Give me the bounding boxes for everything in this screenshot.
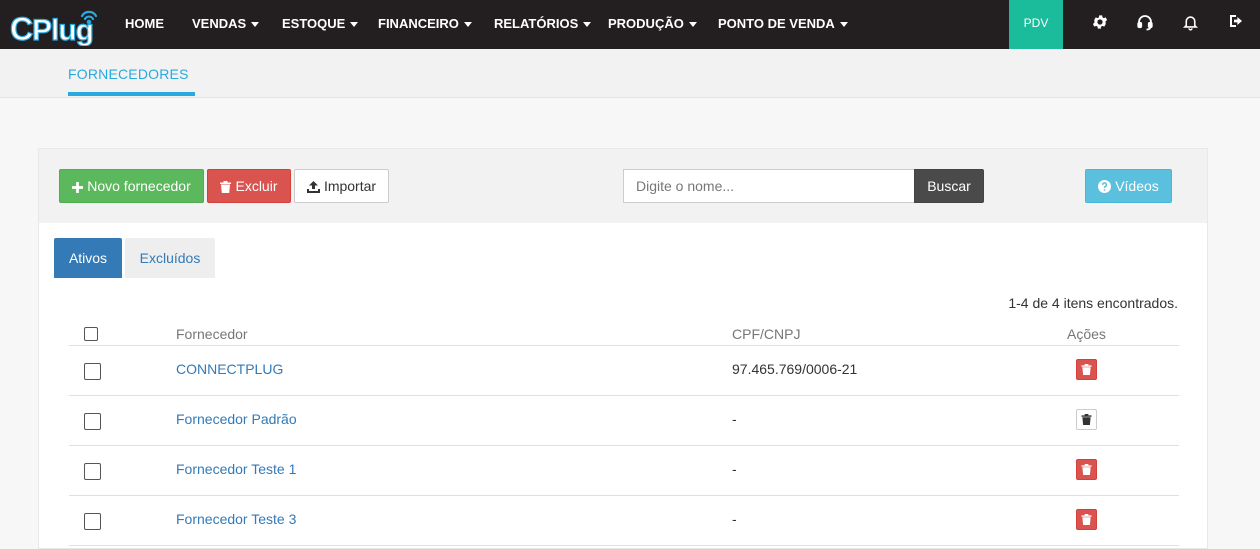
delete-label: Excluir	[235, 178, 278, 194]
row-delete-button[interactable]	[1076, 459, 1097, 480]
nav-producao-label: PRODUÇÃO	[608, 16, 684, 31]
table-header: Fornecedor CPF/CNPJ Ações	[69, 321, 1179, 346]
caret-down-icon	[463, 22, 472, 28]
supplier-name-link[interactable]: Fornecedor Padrão	[176, 411, 297, 427]
sub-header: FORNECEDORES	[0, 49, 1260, 98]
trash-icon	[220, 181, 232, 193]
supplier-cpf-cnpj: 97.465.769/0006-21	[732, 361, 858, 377]
logo-text-plug: Plug	[32, 14, 93, 46]
row-checkbox[interactable]	[84, 363, 101, 380]
column-header-fornecedor: Fornecedor	[176, 326, 248, 342]
suppliers-panel: Novo fornecedor Excluir Importar Buscar …	[38, 148, 1208, 549]
videos-button[interactable]: Vídeos	[1085, 169, 1172, 203]
row-checkbox[interactable]	[84, 513, 101, 530]
tab-fornecedores[interactable]: FORNECEDORES	[68, 66, 189, 82]
bell-icon[interactable]	[1182, 13, 1202, 33]
pdv-label: PDV	[1023, 16, 1049, 30]
nav-relatorios-label: RELATÓRIOS	[494, 16, 579, 31]
table-row: Fornecedor Teste 1 -	[69, 446, 1179, 496]
top-navbar: C Plug HOME VENDAS ESTOQUE FINANCEIRO RE…	[0, 0, 1260, 49]
caret-down-icon	[839, 22, 848, 28]
row-checkbox[interactable]	[84, 463, 101, 480]
nav-vendas[interactable]: VENDAS	[192, 0, 260, 49]
nav-home-label: HOME	[125, 16, 164, 31]
search-input[interactable]	[623, 169, 915, 203]
row-delete-button[interactable]	[1076, 509, 1097, 530]
import-label: Importar	[323, 178, 377, 194]
caret-down-icon	[688, 22, 697, 28]
videos-label: Vídeos	[1115, 178, 1159, 194]
column-header-acoes: Ações	[1067, 326, 1106, 342]
logout-icon[interactable]	[1228, 13, 1248, 33]
tab-ativos-label: Ativos	[68, 250, 108, 266]
tab-active-indicator	[68, 92, 195, 96]
search-button-label: Buscar	[927, 178, 971, 194]
caret-down-icon	[583, 22, 592, 28]
row-delete-button[interactable]	[1076, 409, 1097, 430]
nav-ponto-de-venda-label: PONTO DE VENDA	[718, 16, 835, 31]
nav-relatorios[interactable]: RELATÓRIOS	[494, 0, 592, 49]
supplier-name-link[interactable]: Fornecedor Teste 3	[176, 511, 296, 527]
select-all-checkbox[interactable]	[84, 327, 98, 341]
trash-icon	[1081, 464, 1092, 475]
nav-home[interactable]: HOME	[125, 0, 164, 49]
nav-producao[interactable]: PRODUÇÃO	[608, 0, 697, 49]
logo-mark: C Plug	[9, 10, 98, 48]
nav-ponto-de-venda[interactable]: PONTO DE VENDA	[718, 0, 848, 49]
nav-estoque[interactable]: ESTOQUE	[282, 0, 359, 49]
logo-text-c: C	[10, 11, 33, 46]
import-button[interactable]: Importar	[294, 169, 389, 203]
plus-icon	[72, 182, 84, 193]
column-header-cpf-cnpj: CPF/CNPJ	[732, 326, 801, 342]
tab-ativos[interactable]: Ativos	[54, 238, 122, 278]
supplier-cpf-cnpj: -	[732, 511, 737, 527]
pdv-button[interactable]: PDV	[1009, 0, 1063, 49]
toolbar: Novo fornecedor Excluir Importar Buscar …	[39, 149, 1207, 223]
table-row: Fornecedor Teste 3 -	[69, 496, 1179, 546]
new-supplier-button[interactable]: Novo fornecedor	[59, 169, 204, 203]
result-count: 1-4 de 4 itens encontrados.	[1008, 295, 1178, 311]
tab-excluidos-label: Excluídos	[139, 250, 201, 266]
cplug-logo[interactable]: C Plug	[9, 4, 102, 48]
row-checkbox[interactable]	[84, 413, 101, 430]
nav-vendas-label: VENDAS	[192, 16, 247, 31]
delete-button[interactable]: Excluir	[207, 169, 291, 203]
nav-financeiro[interactable]: FINANCEIRO	[378, 0, 472, 49]
caret-down-icon	[251, 22, 260, 28]
gear-icon[interactable]	[1091, 13, 1111, 33]
trash-icon	[1081, 514, 1092, 525]
table-row: Fornecedor Padrão -	[69, 396, 1179, 446]
supplier-cpf-cnpj: -	[732, 461, 737, 477]
question-circle-icon	[1098, 180, 1112, 193]
upload-icon	[306, 181, 320, 193]
new-supplier-label: Novo fornecedor	[87, 178, 191, 194]
caret-down-icon	[350, 22, 359, 28]
trash-icon	[1081, 364, 1092, 375]
nav-financeiro-label: FINANCEIRO	[378, 16, 459, 31]
tab-excluidos[interactable]: Excluídos	[125, 238, 215, 278]
row-delete-button[interactable]	[1076, 359, 1097, 380]
nav-estoque-label: ESTOQUE	[282, 16, 346, 31]
search-button[interactable]: Buscar	[914, 169, 984, 203]
trash-icon	[1081, 414, 1092, 425]
supplier-name-link[interactable]: CONNECTPLUG	[176, 361, 283, 377]
table-row: CONNECTPLUG 97.465.769/0006-21	[69, 346, 1179, 396]
supplier-name-link[interactable]: Fornecedor Teste 1	[176, 461, 296, 477]
headset-icon[interactable]	[1136, 13, 1156, 33]
supplier-cpf-cnpj: -	[732, 411, 737, 427]
